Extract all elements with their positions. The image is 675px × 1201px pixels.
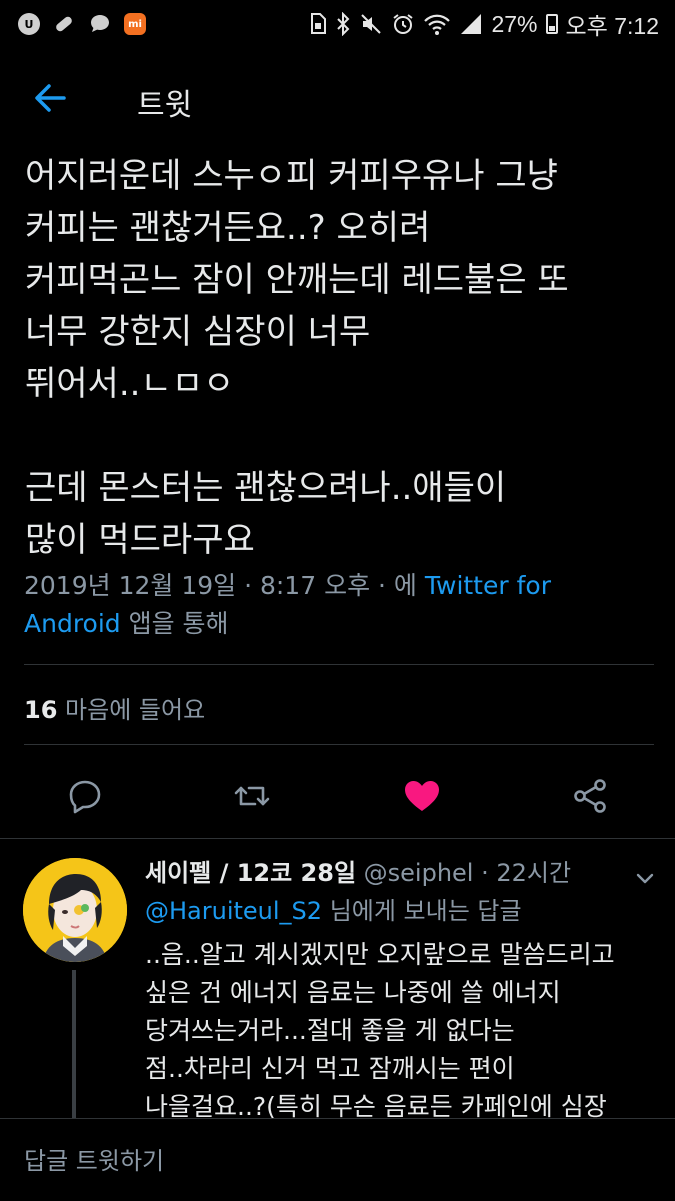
retweet-icon: [234, 786, 270, 806]
mi-icon: mi: [124, 13, 146, 35]
u-plus-icon: U: [18, 13, 40, 35]
top-app-bar: 트윗: [0, 60, 675, 132]
status-bar-system: 27% 오후 7:12: [309, 8, 659, 40]
signal-icon: [461, 14, 482, 34]
reply-author-handle: @seiphel · 22시간: [356, 859, 572, 887]
reply-compose-bar[interactable]: 답글 트윗하기: [0, 1118, 675, 1201]
reply-to-suffix: 님에게 보내는 답글: [322, 897, 522, 925]
avatar[interactable]: [23, 858, 127, 962]
divider: [24, 664, 654, 665]
reply-menu-button[interactable]: [633, 866, 657, 890]
tweet-meta: 2019년 12월 19일 · 8:17 오후 · 에 Twitter for …: [24, 567, 654, 643]
tweet-timestamp: 2019년 12월 19일 · 8:17 오후 · 에: [24, 571, 425, 600]
tweet-source-link[interactable]: Twitter for: [425, 571, 551, 600]
share-icon: [574, 779, 606, 813]
status-bar-notifications: U mi: [18, 10, 146, 38]
tweet-text: 어지러운데 스누ㅇ피 커피우유나 그냥 커피는 괜찮거든요..? 오히려 커피먹…: [25, 156, 569, 560]
reply-to-user-link[interactable]: @Haruiteul_S2: [145, 897, 322, 925]
divider: [24, 744, 654, 745]
reply-icon: [69, 780, 101, 814]
bluetooth-icon: [337, 12, 350, 36]
avatar-illustration: [23, 858, 127, 962]
likes-stat[interactable]: 16 마음에 들어요: [24, 690, 205, 725]
mute-icon: [361, 14, 382, 34]
reply-author[interactable]: 세이펠 / 12코 28일 @seiphel · 22시간: [145, 856, 665, 890]
heart-icon: [405, 781, 439, 811]
retweet-button[interactable]: [232, 776, 272, 816]
divider: [0, 838, 675, 839]
tweet-source-link-continued[interactable]: Android: [24, 609, 121, 638]
alarm-icon: [393, 14, 414, 34]
reply-text: ..음..알고 계시겠지만 오지랖으로 말씀드리고 싶은 건 에너지 음료는 나…: [145, 940, 615, 1121]
reply-button[interactable]: [65, 776, 105, 816]
battery-icon: [545, 14, 558, 34]
storage-icon: [311, 13, 327, 34]
thread-line: [72, 970, 76, 1125]
tweet-action-bar: [0, 762, 675, 826]
like-button[interactable]: [402, 776, 442, 816]
page-title: 트윗: [137, 88, 193, 123]
wifi-icon: [424, 14, 451, 35]
reply-author-name[interactable]: 세이펠 / 12코 28일: [145, 859, 356, 887]
chat-bubble-icon: [91, 15, 109, 32]
back-button[interactable]: [30, 78, 70, 118]
chevron-down-icon: [636, 873, 654, 884]
reply-compose-input[interactable]: 답글 트윗하기: [24, 1141, 164, 1176]
arrow-left-icon: [35, 84, 66, 112]
battery-percent: 27%: [491, 10, 538, 37]
reply-tweet[interactable]: 세이펠 / 12코 28일 @seiphel · 22시간 @Haruiteul…: [0, 840, 675, 1125]
tweet-source-suffix: 앱을 통해: [120, 609, 229, 638]
pill-icon: [56, 16, 72, 32]
likes-count: 16: [24, 696, 58, 724]
mi-icon-label: mi: [128, 18, 142, 30]
share-button[interactable]: [571, 776, 611, 816]
likes-label: 마음에 들어요: [57, 696, 206, 724]
reply-context: @Haruiteul_S2 님에게 보내는 답글: [145, 894, 522, 928]
status-bar: U mi 27% 오후 7:12: [0, 0, 675, 48]
status-time: 오후 7:12: [565, 13, 659, 39]
